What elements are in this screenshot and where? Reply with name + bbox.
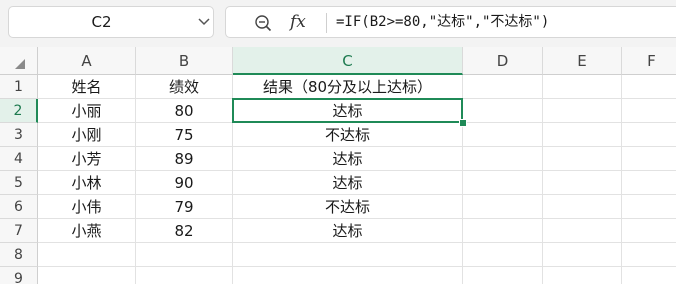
cell-c2[interactable]: 达标 (233, 99, 463, 123)
cell-e6[interactable] (543, 195, 622, 219)
cell-f7[interactable] (622, 219, 676, 243)
cell-e7[interactable] (543, 219, 622, 243)
row-header-8[interactable]: 8 (0, 243, 38, 267)
row-header-9[interactable]: 9 (0, 267, 38, 284)
cell-d5[interactable] (463, 171, 543, 195)
cell-e8[interactable] (543, 243, 622, 267)
select-all-corner[interactable] (0, 47, 38, 75)
cell-d3[interactable] (463, 123, 543, 147)
cell-e9[interactable] (543, 267, 622, 284)
cell-c4[interactable]: 达标 (233, 147, 463, 171)
cell-e3[interactable] (543, 123, 622, 147)
cell-d2[interactable] (463, 99, 543, 123)
cell-f8[interactable] (622, 243, 676, 267)
cell-c5[interactable]: 达标 (233, 171, 463, 195)
cell-e1[interactable] (543, 75, 622, 99)
fx-icon[interactable]: fx (290, 9, 306, 35)
column-header-b[interactable]: B (136, 47, 233, 75)
column-header-f[interactable]: F (622, 47, 676, 75)
row-header-6[interactable]: 6 (0, 195, 38, 219)
cell-b7[interactable]: 82 (136, 219, 233, 243)
formula-bar: fx =IF(B2>=80,"达标","不达标") (225, 6, 676, 38)
cell-f2[interactable] (622, 99, 676, 123)
cell-d1[interactable] (463, 75, 543, 99)
row-header-3[interactable]: 3 (0, 123, 38, 147)
name-box[interactable]: C2 (8, 6, 214, 38)
formula-bar-divider (326, 13, 327, 33)
cell-d4[interactable] (463, 147, 543, 171)
cell-b2[interactable]: 80 (136, 99, 233, 123)
cell-c6[interactable]: 不达标 (233, 195, 463, 219)
column-header-c[interactable]: C (233, 47, 463, 75)
column-header-a[interactable]: A (38, 47, 136, 75)
cell-b4[interactable]: 89 (136, 147, 233, 171)
cell-a5[interactable]: 小林 (38, 171, 136, 195)
zoom-icon[interactable] (254, 14, 272, 32)
chevron-down-icon[interactable] (198, 18, 210, 26)
cell-e4[interactable] (543, 147, 622, 171)
fill-handle[interactable] (459, 119, 467, 127)
cell-f4[interactable] (622, 147, 676, 171)
cell-f6[interactable] (622, 195, 676, 219)
cell-c8[interactable] (233, 243, 463, 267)
cell-c3[interactable]: 不达标 (233, 123, 463, 147)
row-header-7[interactable]: 7 (0, 219, 38, 243)
cell-c1[interactable]: 结果（80分及以上达标） (233, 75, 463, 99)
cell-a4[interactable]: 小芳 (38, 147, 136, 171)
cell-e2[interactable] (543, 99, 622, 123)
row-header-4[interactable]: 4 (0, 147, 38, 171)
cell-a6[interactable]: 小伟 (38, 195, 136, 219)
cell-d8[interactable] (463, 243, 543, 267)
cell-a2[interactable]: 小丽 (38, 99, 136, 123)
toolbar: C2 fx =IF(B2>=80,"达标","不达标") (0, 0, 676, 47)
row-header-2[interactable]: 2 (0, 99, 38, 123)
cell-a1[interactable]: 姓名 (38, 75, 136, 99)
cell-b5[interactable]: 90 (136, 171, 233, 195)
name-box-value[interactable]: C2 (9, 7, 194, 37)
cell-e5[interactable] (543, 171, 622, 195)
select-all-triangle-icon[interactable] (15, 59, 25, 69)
cell-d9[interactable] (463, 267, 543, 284)
formula-input[interactable]: =IF(B2>=80,"达标","不达标") (336, 7, 549, 37)
cell-a8[interactable] (38, 243, 136, 267)
cell-b3[interactable]: 75 (136, 123, 233, 147)
cell-b8[interactable] (136, 243, 233, 267)
cell-f5[interactable] (622, 171, 676, 195)
cell-b9[interactable] (136, 267, 233, 284)
column-header-d[interactable]: D (463, 47, 543, 75)
cell-b1[interactable]: 绩效 (136, 75, 233, 99)
cell-a7[interactable]: 小燕 (38, 219, 136, 243)
cell-c9[interactable] (233, 267, 463, 284)
cell-a3[interactable]: 小刚 (38, 123, 136, 147)
row-header-1[interactable]: 1 (0, 75, 38, 99)
row-header-5[interactable]: 5 (0, 171, 38, 195)
cell-d7[interactable] (463, 219, 543, 243)
cell-f1[interactable] (622, 75, 676, 99)
cell-f9[interactable] (622, 267, 676, 284)
spreadsheet-grid: A B C D E F 1 姓名 绩效 结果（80分及以上达标） 2 小丽 80 达标 3 小刚 75 不达标 4 小… (0, 47, 676, 284)
cell-f3[interactable] (622, 123, 676, 147)
cell-b6[interactable]: 79 (136, 195, 233, 219)
cell-d6[interactable] (463, 195, 543, 219)
cell-a9[interactable] (38, 267, 136, 284)
column-header-e[interactable]: E (543, 47, 622, 75)
cell-c7[interactable]: 达标 (233, 219, 463, 243)
